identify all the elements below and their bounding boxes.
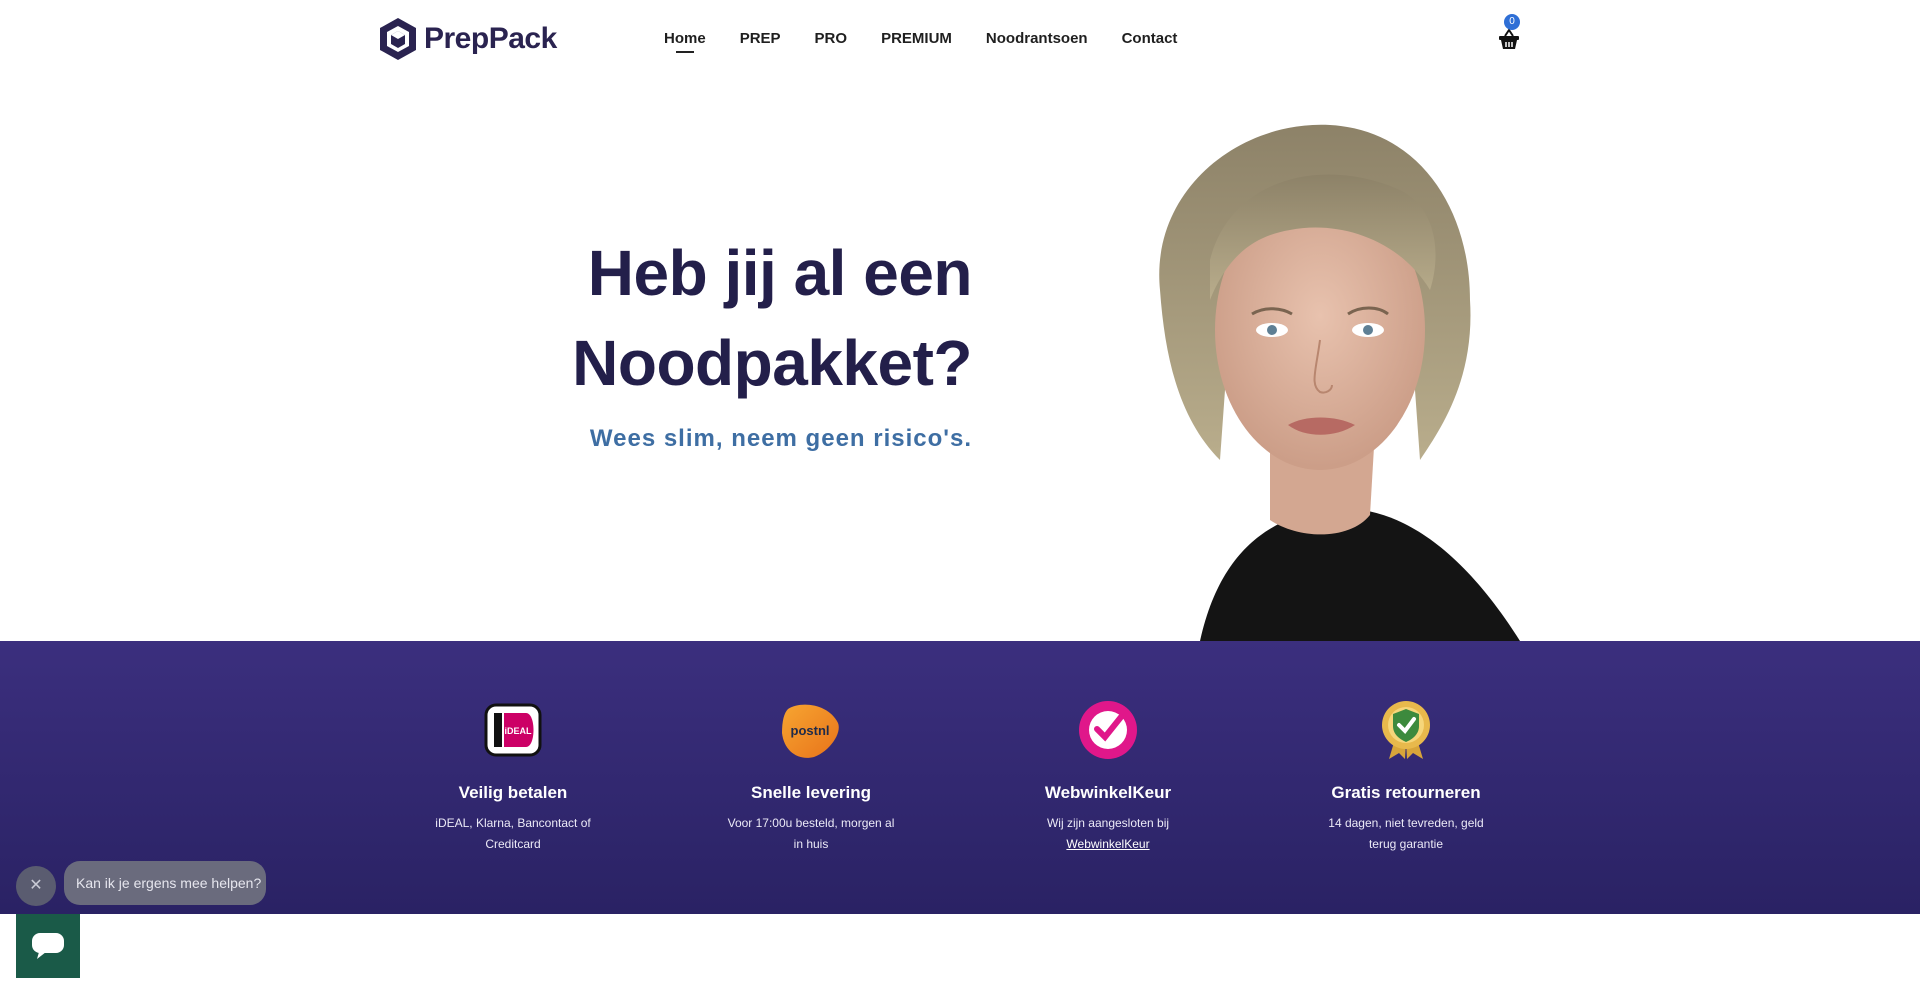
basket-icon — [1499, 28, 1519, 49]
chat-greeting-bubble[interactable]: Kan ik je ergens mee helpen? — [64, 861, 266, 905]
feature-title: WebwinkelKeur — [1044, 783, 1172, 802]
svg-text:iDEAL: iDEAL — [505, 726, 533, 736]
feature-title: Gratis retourneren — [1331, 783, 1481, 802]
feature-desc-line: Wij zijn aangesloten bij — [1046, 816, 1170, 830]
hero-subtitle: Wees slim, neem geen risico's. — [589, 425, 972, 452]
hero-title: Heb jij al een Noodpakket? — [472, 228, 972, 408]
chat-close-button[interactable]: ✕ — [16, 866, 56, 906]
feature-veilig-betalen: iDEAL Veilig betalen iDEAL, Klarna, Banc… — [408, 699, 618, 855]
feature-gratis-retourneren: Gratis retourneren 14 dagen, niet tevred… — [1301, 699, 1511, 855]
cart-button[interactable]: 0 — [1496, 14, 1522, 50]
feature-desc-line: iDEAL, Klarna, Bancontact of — [435, 816, 591, 830]
main-nav: Home PREP PRO PREMIUM Noodrantsoen Conta… — [664, 30, 1178, 53]
postnl-icon: postnl — [782, 704, 839, 758]
feature-desc-line: Voor 17:00u besteld, morgen al — [727, 816, 895, 830]
nav-item-prep[interactable]: PREP — [740, 30, 781, 47]
cart-count-badge: 0 — [1504, 14, 1520, 30]
feature-desc-line: terug garantie — [1368, 837, 1444, 851]
site-header: PrepPack Home PREP PRO PREMIUM Noodrants… — [0, 0, 1920, 80]
feature-description: 14 dagen, niet tevreden, geld terug gara… — [1301, 813, 1511, 855]
feature-webwinkelkeur: WebwinkelKeur Wij zijn aangesloten bij W… — [1003, 699, 1213, 855]
webwinkelkeur-icon — [1079, 701, 1137, 759]
preppack-logo-icon — [380, 18, 416, 60]
feature-description: iDEAL, Klarna, Bancontact of Creditcard — [408, 813, 618, 855]
guarantee-badge-icon — [1382, 701, 1430, 759]
feature-description: Wij zijn aangesloten bij WebwinkelKeur — [1003, 813, 1213, 855]
hero-title-line2: Noodpakket? — [572, 327, 972, 399]
nav-item-pro[interactable]: PRO — [815, 30, 848, 47]
chat-launcher-button[interactable] — [16, 914, 80, 978]
chat-icon — [32, 933, 64, 959]
svg-text:postnl: postnl — [791, 723, 830, 738]
feature-desc-line: in huis — [793, 837, 829, 851]
webwinkelkeur-link[interactable]: WebwinkelKeur — [1066, 837, 1149, 851]
feature-title: Veilig betalen — [458, 783, 568, 802]
feature-title: Snelle levering — [751, 783, 871, 802]
feature-desc-line: Creditcard — [485, 837, 541, 851]
hero-title-line1: Heb jij al een — [587, 237, 973, 309]
hero-portrait-image — [1159, 124, 1520, 641]
nav-item-contact[interactable]: Contact — [1122, 30, 1178, 47]
feature-snelle-levering: postnl Snelle levering Voor 17:00u beste… — [706, 699, 916, 855]
features-band: iDEAL Veilig betalen iDEAL, Klarna, Banc… — [0, 641, 1920, 914]
nav-item-noodrantsoen[interactable]: Noodrantsoen — [986, 30, 1088, 47]
feature-desc-line: 14 dagen, niet tevreden, geld — [1328, 816, 1484, 830]
logo-text: PrepPack — [424, 22, 557, 55]
nav-item-home[interactable]: Home — [664, 30, 706, 53]
ideal-icon: iDEAL — [484, 703, 542, 757]
hero-section: Heb jij al een Noodpakket? Wees slim, ne… — [0, 80, 1920, 641]
logo[interactable]: PrepPack — [378, 17, 557, 61]
feature-description: Voor 17:00u besteld, morgen al in huis — [706, 813, 916, 855]
nav-item-premium[interactable]: PREMIUM — [881, 30, 952, 47]
